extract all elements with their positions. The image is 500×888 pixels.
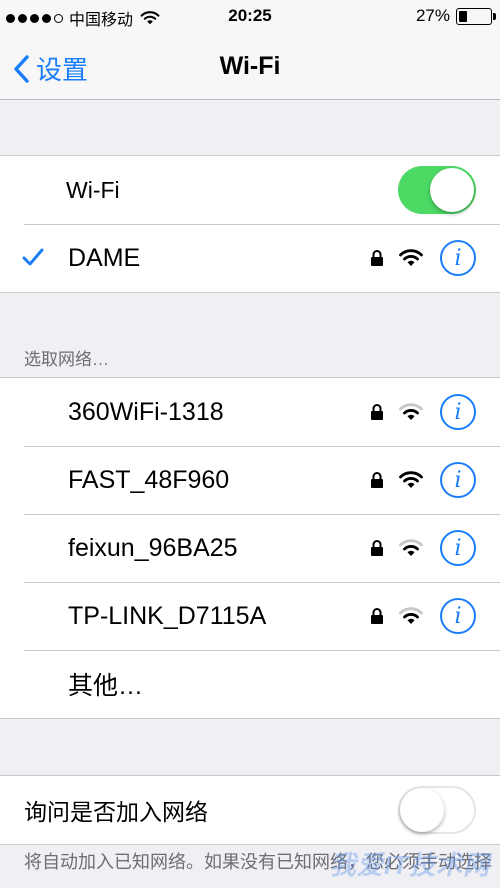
- page-title: Wi-Fi: [219, 52, 281, 80]
- lock-icon: [371, 250, 383, 266]
- network-row[interactable]: TP-LINK_D7115A i: [0, 582, 500, 650]
- connected-network-name: DAME: [68, 243, 141, 272]
- wifi-signal-icon: [399, 539, 423, 556]
- wifi-settings-group: Wi-Fi DAME i: [0, 155, 500, 293]
- toggle-knob: [430, 168, 474, 212]
- status-bar: 中国移动 20:25 27%: [0, 0, 500, 32]
- wifi-signal-icon: [399, 607, 423, 624]
- status-right: 27%: [415, 6, 496, 26]
- lock-icon: [371, 540, 383, 556]
- info-icon[interactable]: i: [440, 394, 476, 430]
- wifi-toggle-label: Wi-Fi: [66, 176, 120, 203]
- network-name: 360WiFi-1318: [68, 397, 224, 426]
- connected-network-row[interactable]: DAME i: [0, 224, 500, 292]
- wifi-signal-icon: [399, 403, 423, 420]
- network-name: FAST_48F960: [68, 465, 230, 494]
- ask-to-join-label: 询问是否加入网络: [24, 799, 208, 825]
- wifi-toggle-switch[interactable]: [398, 166, 476, 214]
- networks-list: 360WiFi-1318 i FAST_48F960 i feixun_96BA…: [0, 377, 500, 719]
- battery-icon: [456, 7, 496, 25]
- lock-icon: [371, 404, 383, 420]
- info-icon[interactable]: i: [440, 530, 476, 566]
- ask-to-join-group: 询问是否加入网络: [0, 775, 500, 845]
- lock-icon: [371, 608, 383, 624]
- checkmark-icon: [22, 248, 44, 266]
- ask-to-join-switch[interactable]: [398, 786, 476, 834]
- network-row[interactable]: feixun_96BA25 i: [0, 514, 500, 582]
- navigation-bar: 设置 Wi-Fi: [0, 32, 500, 100]
- wifi-signal-icon: [399, 249, 423, 266]
- choose-network-header: 选取网络…: [24, 350, 109, 369]
- info-icon[interactable]: i: [440, 240, 476, 276]
- lock-icon: [371, 472, 383, 488]
- watermark-logo: 我爱IT技术网: [329, 850, 490, 880]
- wifi-toggle-row: Wi-Fi: [0, 156, 500, 224]
- network-name: feixun_96BA25: [68, 533, 238, 562]
- battery-percent: 27%: [415, 6, 450, 25]
- battery-fill: [459, 10, 468, 22]
- ask-to-join-row: 询问是否加入网络: [0, 776, 500, 844]
- toggle-knob: [400, 788, 444, 832]
- network-name: TP-LINK_D7115A: [68, 601, 267, 630]
- wifi-signal-icon: [399, 471, 423, 488]
- info-icon[interactable]: i: [440, 598, 476, 634]
- other-network-row[interactable]: 其他…: [0, 650, 500, 718]
- other-network-label: 其他…: [68, 672, 144, 700]
- info-icon[interactable]: i: [440, 462, 476, 498]
- network-row[interactable]: FAST_48F960 i: [0, 446, 500, 514]
- network-row[interactable]: 360WiFi-1318 i: [0, 378, 500, 446]
